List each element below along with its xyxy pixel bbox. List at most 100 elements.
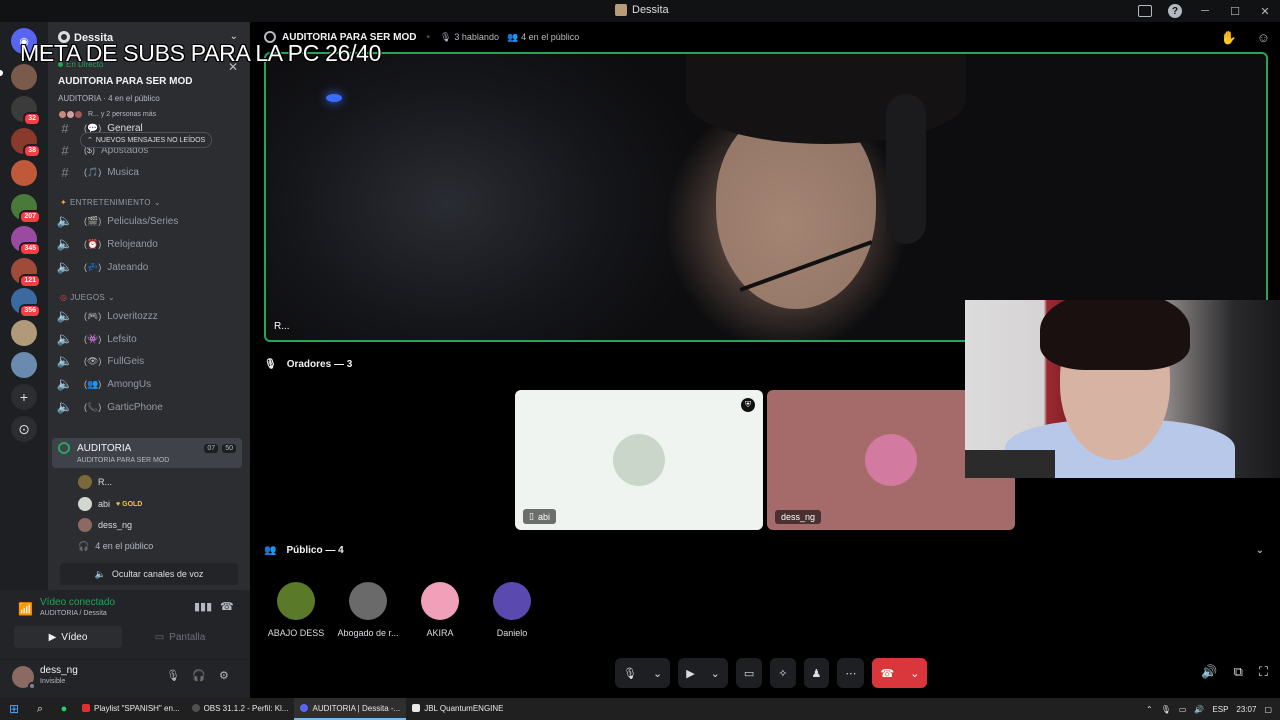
- minimize-button[interactable]: ─: [1190, 0, 1220, 22]
- server-pip: [0, 70, 3, 76]
- popout-icon[interactable]: ⧉: [1234, 664, 1243, 680]
- disconnect-icon[interactable]: ☎: [220, 600, 234, 613]
- channel-label: AmongUs: [107, 378, 152, 390]
- voice-user[interactable]: dess_ng: [78, 516, 132, 534]
- raise-hand-icon[interactable]: ✋: [1221, 30, 1237, 46]
- activity-icon[interactable]: ☺: [1257, 30, 1270, 46]
- chevron-down-icon[interactable]: ⌄: [703, 667, 728, 680]
- taskbar-app[interactable]: Playlist "SPANISH" en...: [76, 698, 186, 720]
- headphones-icon[interactable]: 🎧: [192, 669, 206, 682]
- volume-icon[interactable]: 🔊: [1194, 705, 1204, 714]
- close-window-button[interactable]: ✕: [1250, 0, 1280, 22]
- server-icon-dessita[interactable]: [11, 64, 37, 90]
- taskbar-app[interactable]: AUDITORIA | Dessita -...: [294, 698, 407, 720]
- channel-jateando[interactable]: 🔈 (💤) Jateando: [56, 257, 242, 277]
- channel-lefsito[interactable]: 🔈 (👾) Lefsito: [56, 329, 242, 349]
- audience-member-name: ABAJO DESS: [267, 628, 325, 638]
- gold-label: GOLD: [122, 500, 143, 508]
- stage-icon: [58, 442, 70, 454]
- windows-start-icon[interactable]: ⊞: [0, 702, 28, 716]
- search-icon[interactable]: ⌕: [28, 703, 52, 716]
- audience-label: 4 en el público: [521, 32, 580, 42]
- voice-audience-count[interactable]: 🎧 4 en el público: [78, 537, 153, 555]
- channel-amongus[interactable]: 🔈 (👥) AmongUs: [56, 374, 242, 394]
- inbox-icon[interactable]: [1138, 5, 1152, 17]
- server-icon[interactable]: 32: [11, 96, 41, 126]
- channel-peliculas[interactable]: 🔈 (🎬) Peliculas/Series: [56, 211, 242, 231]
- voice-channel-auditoria[interactable]: AUDITORIA AUDITORIA PARA SER MOD 07 50: [52, 438, 242, 468]
- channel-loveritozzz[interactable]: 🔈 (🎮) Loveritozzz: [56, 306, 242, 326]
- taskbar-app[interactable]: OBS 31.1.2 - Perfil: Kl...: [186, 698, 295, 720]
- category-emoji-icon: ✦: [60, 198, 68, 207]
- soundboard-icon[interactable]: ▮▮▮: [194, 600, 212, 613]
- hide-voice-channels-button[interactable]: 🔈 Ocultar canales de voz: [60, 563, 238, 585]
- mute-button[interactable]: 🎙 ⌄: [615, 658, 671, 688]
- server-icon[interactable]: 121: [11, 258, 41, 288]
- maximize-button[interactable]: ☐: [1220, 0, 1250, 22]
- subs-goal-overlay: META DE SUBS PARA LA PC 26/40: [20, 40, 382, 66]
- chevron-up-icon[interactable]: ⌃: [1146, 705, 1153, 714]
- avatar: [493, 582, 531, 620]
- chevron-down-icon[interactable]: ⌄: [645, 667, 670, 680]
- more-button[interactable]: ⋯: [837, 658, 865, 688]
- discover-button[interactable]: ⊙: [11, 416, 37, 442]
- unread-messages-pill[interactable]: ⌃ NUEVOS MENSAJES NO LEÍDOS: [80, 132, 213, 148]
- video-toggle-button[interactable]: ▶ Vídeo: [14, 626, 122, 648]
- moderator-button[interactable]: ♟: [803, 658, 830, 688]
- server-icon[interactable]: [11, 160, 37, 186]
- live-stage-panel[interactable]: En Directo ✕ AUDITORIA PARA SER MOD AUDI…: [48, 58, 250, 124]
- taskbar-app[interactable]: JBL QuantumENGINE: [406, 698, 509, 720]
- signal-icon[interactable]: 📶: [18, 602, 33, 616]
- server-icon[interactable]: [11, 320, 37, 346]
- audience-member[interactable]: Danielo: [476, 582, 548, 638]
- server-icon[interactable]: [11, 352, 37, 378]
- notifications-icon[interactable]: ▢: [1264, 705, 1272, 714]
- obs-icon: [191, 704, 200, 712]
- category-juegos[interactable]: ◎ JUEGOS ⌄: [60, 293, 115, 302]
- gold-badge: ♥ GOLD: [116, 500, 143, 508]
- fullscreen-icon[interactable]: ⛶: [1259, 664, 1268, 680]
- audience-member-name: Danielo: [496, 628, 528, 638]
- screen-share-button[interactable]: ▭: [735, 658, 763, 688]
- main-video-tile[interactable]: R...: [264, 52, 1268, 342]
- audience-member[interactable]: Abogado de r...: [332, 582, 404, 638]
- disconnect-button[interactable]: ☎ ⌄: [872, 658, 928, 688]
- server-icon[interactable]: 356: [11, 288, 41, 318]
- whatsapp-icon[interactable]: ●: [52, 703, 76, 715]
- camera-button[interactable]: ▶ ⌄: [678, 658, 728, 688]
- chevron-down-icon[interactable]: ⌄: [902, 667, 927, 680]
- add-server-button[interactable]: +: [11, 384, 37, 410]
- language-indicator[interactable]: ESP: [1212, 705, 1228, 714]
- speaker-name: dess_ng: [781, 512, 816, 522]
- audience-header[interactable]: 👥 Público — 4 ⌄: [264, 545, 1264, 556]
- server-icon[interactable]: 345: [11, 226, 41, 256]
- voice-user[interactable]: abi ♥ GOLD: [78, 495, 142, 513]
- microphone-icon: 🎙: [623, 667, 637, 680]
- chevron-down-icon[interactable]: ⌄: [1256, 545, 1264, 556]
- effects-button[interactable]: ✧: [770, 658, 796, 688]
- screen-share-button[interactable]: ▭ Pantalla: [126, 626, 234, 648]
- microphone-icon[interactable]: 🎙: [1161, 705, 1171, 714]
- channel-fullgeis[interactable]: 🔈 (👁) FullGeis: [56, 351, 242, 371]
- speaker-tile-abi[interactable]: ⛨ ▯ abi: [515, 390, 763, 530]
- clock[interactable]: 23:07: [1236, 705, 1256, 714]
- audience-member[interactable]: AKIRA: [404, 582, 476, 638]
- user-name[interactable]: dess_ng: [40, 665, 78, 676]
- server-icon[interactable]: 38: [11, 128, 41, 158]
- help-icon[interactable]: ?: [1168, 4, 1182, 18]
- network-icon[interactable]: ▭: [1179, 705, 1187, 714]
- voice-location[interactable]: AUDITORIA / Dessita: [40, 610, 107, 617]
- microphone-icon[interactable]: 🎙: [166, 669, 180, 682]
- gear-icon[interactable]: ⚙: [219, 669, 229, 682]
- phone-icon: ▯: [529, 511, 534, 521]
- channel-emoji-icon: (👾): [84, 333, 102, 344]
- channel-emoji-icon: (💤): [84, 261, 102, 272]
- audience-member[interactable]: ABAJO DESS: [260, 582, 332, 638]
- category-entretenimiento[interactable]: ✦ ENTRETENIMIENTO ⌄: [60, 198, 161, 207]
- volume-icon[interactable]: 🔊: [1201, 664, 1217, 680]
- server-icon[interactable]: 207: [11, 194, 41, 224]
- channel-musica[interactable]: # (🎵) Musica: [56, 162, 242, 182]
- channel-garticphone[interactable]: 🔈 (📞) GarticPhone: [56, 397, 242, 417]
- channel-relojeando[interactable]: 🔈 (⏰) Relojeando: [56, 234, 242, 254]
- voice-user[interactable]: R...: [78, 473, 112, 491]
